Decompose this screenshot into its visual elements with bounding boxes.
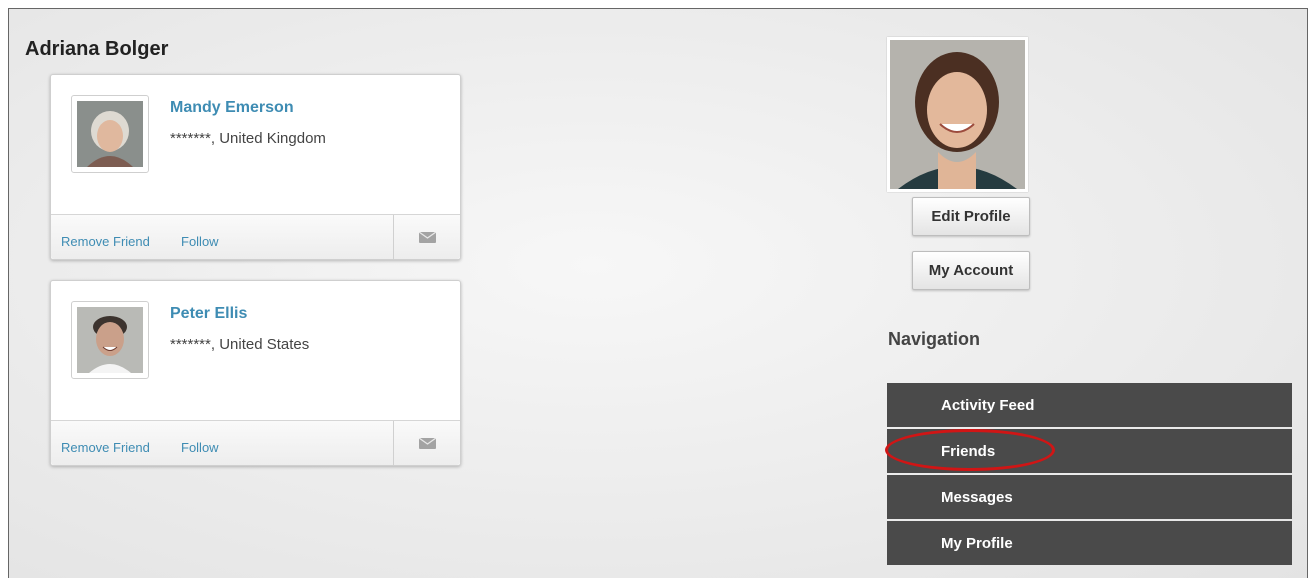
remove-friend-link[interactable]: Remove Friend: [61, 234, 150, 249]
remove-friend-link[interactable]: Remove Friend: [61, 440, 150, 455]
nav-item-messages[interactable]: Messages: [887, 475, 1292, 519]
friend-location: *******, United States: [170, 336, 310, 353]
friend-name-link[interactable]: Mandy Emerson: [170, 99, 294, 117]
my-account-button[interactable]: My Account: [912, 251, 1030, 290]
navigation-menu: Activity Feed Friends Messages My Profil…: [887, 383, 1292, 567]
friend-photo: [77, 101, 143, 167]
friend-avatar[interactable]: [71, 301, 149, 379]
nav-item-friends[interactable]: Friends: [887, 429, 1292, 473]
friend-name-link[interactable]: Peter Ellis: [170, 305, 247, 323]
envelope-icon: [418, 437, 436, 449]
navigation-heading: Navigation: [888, 329, 981, 349]
envelope-icon: [418, 231, 436, 243]
friend-card-footer: Remove Friend Follow: [51, 420, 460, 465]
follow-link[interactable]: Follow: [181, 234, 219, 249]
friend-photo: [77, 307, 143, 373]
nav-item-activity-feed[interactable]: Activity Feed: [887, 383, 1292, 427]
edit-profile-button[interactable]: Edit Profile: [912, 197, 1030, 236]
page-title: Adriana Bolger: [25, 38, 169, 60]
send-message-button[interactable]: [393, 215, 460, 259]
friend-avatar[interactable]: [71, 95, 149, 173]
follow-link[interactable]: Follow: [181, 440, 219, 455]
friend-location: *******, United Kingdom: [170, 130, 326, 147]
friend-card: Mandy Emerson *******, United Kingdom Re…: [50, 74, 461, 260]
profile-page: Adriana Bolger Mandy Emerson *******, Un…: [8, 8, 1308, 578]
friend-card-footer: Remove Friend Follow: [51, 214, 460, 259]
profile-avatar: [887, 37, 1028, 192]
send-message-button[interactable]: [393, 421, 460, 465]
profile-photo: [890, 40, 1025, 189]
friend-card: Peter Ellis *******, United States Remov…: [50, 280, 461, 466]
nav-item-my-profile[interactable]: My Profile: [887, 521, 1292, 565]
